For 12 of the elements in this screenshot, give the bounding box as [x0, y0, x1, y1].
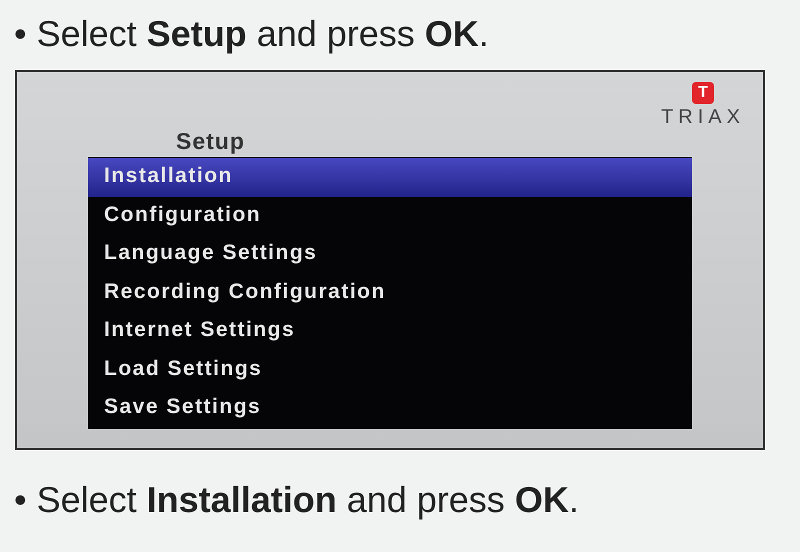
- menu-item[interactable]: Configuration: [88, 196, 692, 235]
- menu-item[interactable]: Save Settings: [88, 389, 692, 428]
- logo-mark: T: [692, 82, 714, 104]
- menu-item[interactable]: Load Settings: [88, 350, 692, 389]
- instruction-text: • Select Setup and press OK.: [14, 12, 489, 56]
- menu-item[interactable]: Recording Configuration: [88, 274, 692, 312]
- menu-item[interactable]: Language Settings: [88, 235, 692, 274]
- menu-item[interactable]: Installation: [88, 158, 692, 196]
- menu-item[interactable]: Internet Settings: [88, 312, 692, 350]
- menu-title: Setup: [176, 128, 245, 155]
- logo-text: TRIAX: [661, 106, 745, 129]
- instruction-text: • Select Installation and press OK.: [14, 478, 579, 522]
